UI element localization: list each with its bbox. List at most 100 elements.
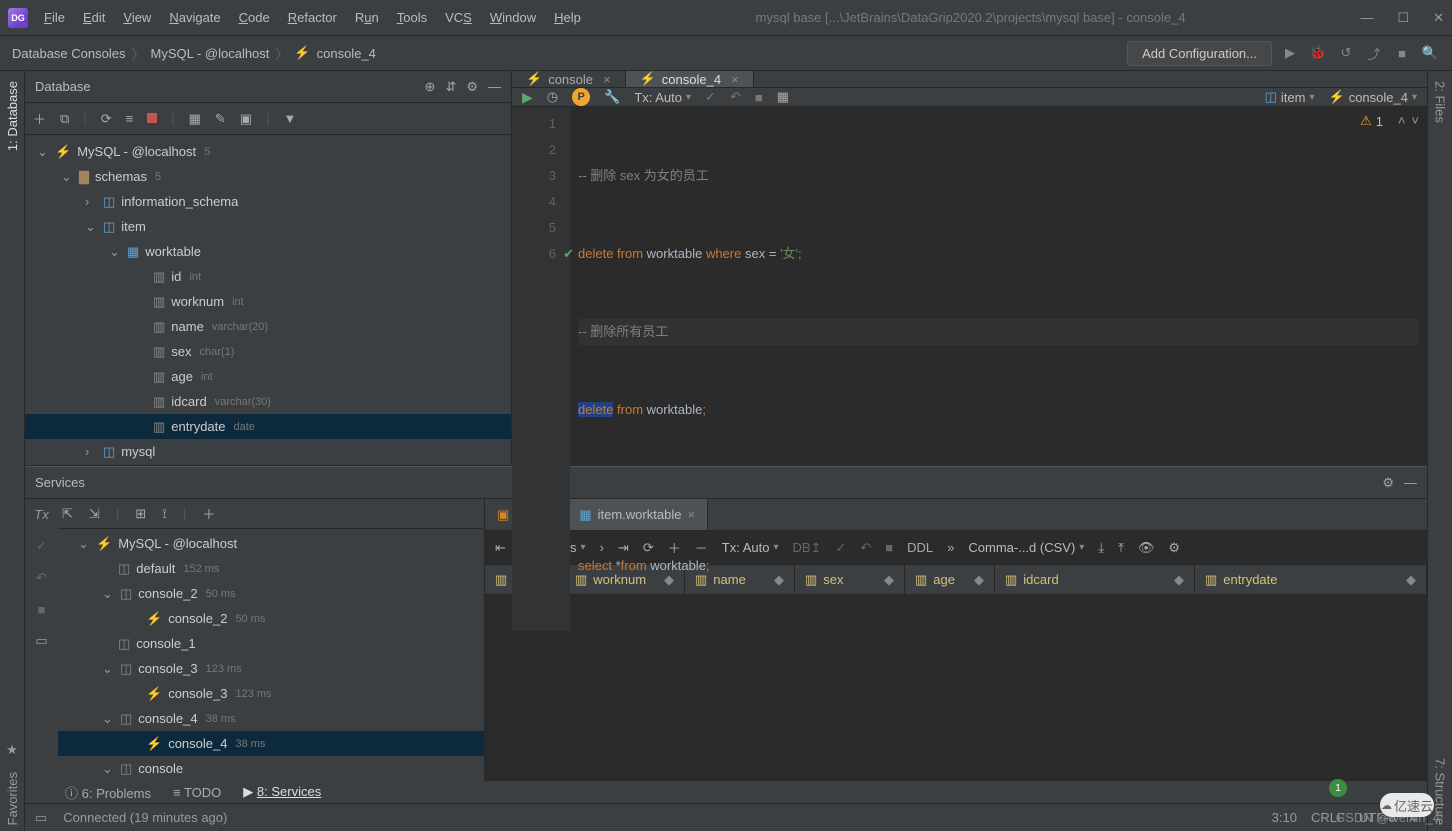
tab-console[interactable]: ⚡console× <box>512 71 626 87</box>
commit-icon[interactable]: ✓ <box>36 538 47 554</box>
crumb-ds[interactable]: MySQL - @localhost <box>150 46 269 61</box>
menu-window[interactable]: Window <box>490 10 536 25</box>
edit-icon[interactable]: ✎ <box>215 111 226 127</box>
console-file-icon: ⚡ <box>294 45 310 61</box>
tree-item-schema[interactable]: ⌄◫item <box>25 214 511 239</box>
menu-file[interactable]: File <box>44 10 65 25</box>
menu-vcs[interactable]: VCS <box>445 10 472 25</box>
tree-col[interactable]: ▥idint <box>25 264 511 289</box>
notification-badge[interactable]: 1 <box>1329 779 1347 797</box>
todo-tab[interactable]: ≡ TODO <box>173 785 221 800</box>
menu-refactor[interactable]: Refactor <box>288 10 337 25</box>
tree-mysql-schema[interactable]: ›◫mysql <box>25 439 511 464</box>
session-drop[interactable]: ⚡console_4▾ <box>1329 89 1418 105</box>
stop-icon[interactable]: ■ <box>38 602 46 617</box>
close-icon[interactable]: ✕ <box>1433 10 1444 26</box>
tree-col[interactable]: ▥namevarchar(20) <box>25 314 511 339</box>
sidebar-tab-favorites[interactable]: Favorites <box>5 772 20 825</box>
svc-item[interactable]: ⌄◫console <box>58 756 484 781</box>
rollback-icon[interactable]: ↶ <box>36 570 47 586</box>
tree-col-selected[interactable]: ▥entrydatedate <box>25 414 511 439</box>
tree-col[interactable]: ▥ageint <box>25 364 511 389</box>
svc-item[interactable]: ⌄◫console_250 ms <box>58 581 484 606</box>
close-tab-icon[interactable]: × <box>731 72 739 87</box>
tree-info-schema[interactable]: ›◫information_schema <box>25 189 511 214</box>
menu-view[interactable]: View <box>123 10 151 25</box>
cancel-icon[interactable]: ■ <box>755 90 763 105</box>
expand-icon[interactable]: ⇱ <box>62 506 73 522</box>
console-icon[interactable]: ▣ <box>240 111 252 127</box>
tree-col[interactable]: ▥sexchar(1) <box>25 339 511 364</box>
status-bar: ▭ Connected (19 minutes ago) 3:10 CRLF U… <box>25 803 1427 831</box>
tree-schemas[interactable]: ⌄▇schemas5 <box>25 164 511 189</box>
group-icon[interactable]: ⊞ <box>135 506 146 522</box>
search-icon[interactable]: 🔍 <box>1420 45 1440 61</box>
next-problem-icon[interactable]: ˅ <box>1411 113 1419 128</box>
favorites-star-icon[interactable]: ★ <box>6 742 18 758</box>
wrench-icon[interactable]: 🔧 <box>604 89 620 105</box>
tree-table[interactable]: ⌄▦worktable <box>25 239 511 264</box>
main-menu: File Edit View Navigate Code Refactor Ru… <box>44 10 581 25</box>
tree-col[interactable]: ▥worknumint <box>25 289 511 314</box>
inspection-badge[interactable]: ⚠1 <box>1360 113 1383 129</box>
session-icon: ◫ <box>120 711 132 727</box>
svc-item[interactable]: ⌄◫console_3123 ms <box>58 656 484 681</box>
hide-panel-icon[interactable]: — <box>488 79 501 94</box>
collapse-icon[interactable]: ⇲ <box>89 506 100 522</box>
services-tab[interactable]: ▶ 8: Services <box>243 784 321 800</box>
collapse-icon[interactable]: ⇵ <box>445 79 456 95</box>
history-icon[interactable]: ◷ <box>547 89 558 105</box>
svc-item-selected[interactable]: ⚡console_438 ms <box>58 731 484 756</box>
crumb-file[interactable]: console_4 <box>317 46 376 61</box>
commit-icon[interactable]: ✓ <box>705 89 716 105</box>
refresh-icon[interactable]: ⟳ <box>101 111 112 127</box>
schema-drop[interactable]: ◫item▾ <box>1265 89 1315 105</box>
svc-item[interactable]: ◫console_1 <box>58 631 484 656</box>
add-icon[interactable]: ＋ <box>202 504 215 523</box>
tab-console4[interactable]: ⚡console_4× <box>626 71 754 87</box>
layout-icon[interactable]: ▭ <box>35 633 47 649</box>
filter-icon[interactable]: ▼ <box>283 111 296 126</box>
add-configuration-button[interactable]: Add Configuration... <box>1127 41 1272 66</box>
first-page-icon[interactable]: ⇤ <box>495 540 506 556</box>
stop-button[interactable] <box>147 111 157 126</box>
duplicate-icon[interactable]: ⧉ <box>60 111 69 127</box>
new-icon[interactable]: ＋ <box>33 109 46 128</box>
minimize-icon[interactable]: — <box>1360 10 1373 26</box>
menu-edit[interactable]: Edit <box>83 10 105 25</box>
tree-datasource[interactable]: ⌄⚡MySQL - @localhost5 <box>25 139 511 164</box>
run-button[interactable]: ▶ <box>522 89 533 106</box>
table-view-icon[interactable]: ▦ <box>189 111 201 127</box>
sidebar-tab-database[interactable]: 1: Database <box>5 81 20 151</box>
menu-run[interactable]: Run <box>355 10 379 25</box>
maximize-icon[interactable]: ☐ <box>1397 10 1409 26</box>
sidebar-tab-files[interactable]: 2: Files <box>1433 77 1448 123</box>
menu-help[interactable]: Help <box>554 10 581 25</box>
session-icon: ◫ <box>118 561 130 577</box>
tx-icon[interactable]: Tx <box>34 507 48 522</box>
gear-icon[interactable]: ⚙ <box>466 79 478 95</box>
caret-pos[interactable]: 3:10 <box>1272 810 1297 825</box>
grid-icon[interactable]: ▦ <box>777 89 789 105</box>
problems-tab[interactable]: ⓘ 6: Problems <box>65 783 151 802</box>
svc-item[interactable]: ⚡console_250 ms <box>58 606 484 631</box>
svc-item[interactable]: ⌄◫console_438 ms <box>58 706 484 731</box>
tree-col[interactable]: ▥idcardvarchar(30) <box>25 389 511 414</box>
prev-problem-icon[interactable]: ˄ <box>1398 113 1406 128</box>
status-window-icon[interactable]: ▭ <box>35 810 47 826</box>
code-editor[interactable]: 123456✔ -- 删除 sex 为女的员工 delete from work… <box>512 107 1427 631</box>
profile-icon[interactable]: P <box>572 88 590 106</box>
menu-code[interactable]: Code <box>239 10 270 25</box>
sync-icon[interactable]: ≡ <box>126 111 134 126</box>
menu-navigate[interactable]: Navigate <box>169 10 220 25</box>
close-tab-icon[interactable]: × <box>603 72 611 87</box>
filter-icon[interactable]: ⟟ <box>162 506 167 522</box>
svc-item[interactable]: ⚡console_3123 ms <box>58 681 484 706</box>
tx-mode-drop[interactable]: Tx: Auto▾ <box>634 90 691 105</box>
svc-item[interactable]: ◫default152 ms <box>58 556 484 581</box>
crumb-root[interactable]: Database Consoles <box>12 46 125 61</box>
target-icon[interactable]: ⊕ <box>425 79 436 95</box>
rollback-icon[interactable]: ↶ <box>730 89 741 105</box>
svc-root[interactable]: ⌄⚡MySQL - @localhost <box>58 531 484 556</box>
menu-tools[interactable]: Tools <box>397 10 427 25</box>
